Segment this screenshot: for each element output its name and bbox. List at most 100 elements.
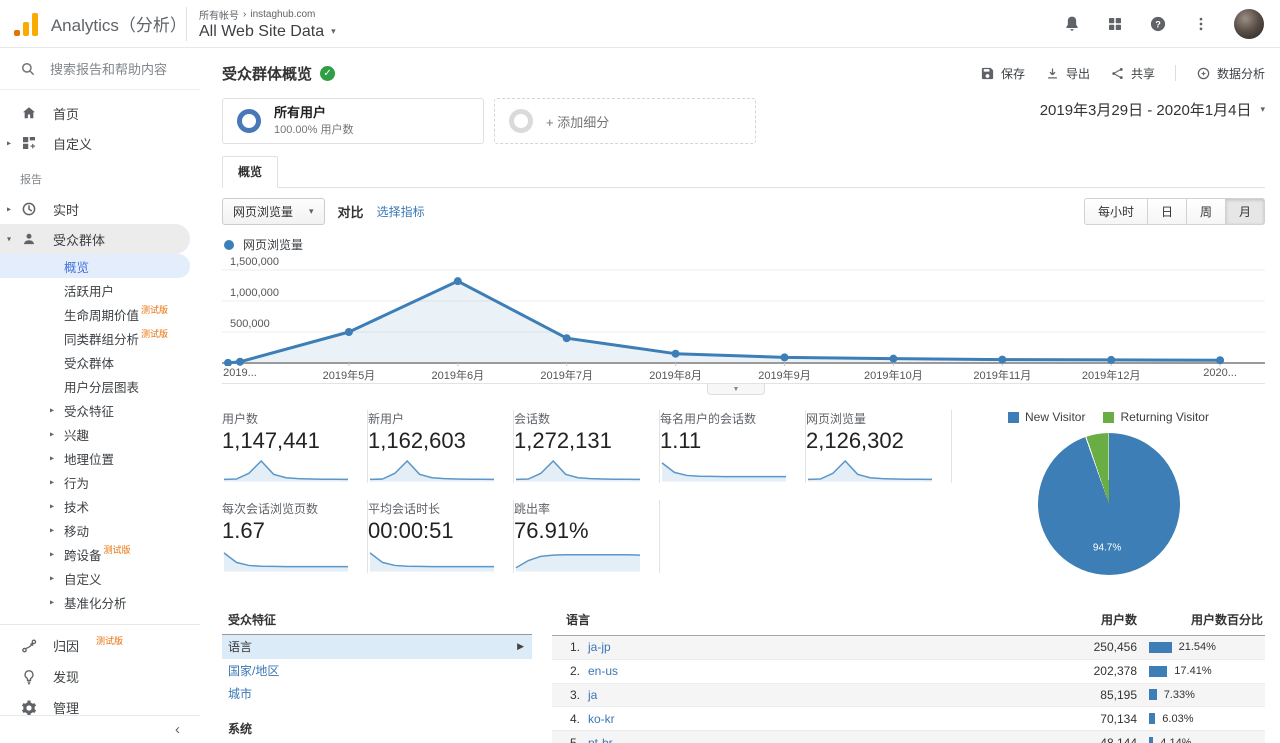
more-vert-icon[interactable] xyxy=(1192,15,1210,33)
chevron-right-icon[interactable]: ▸ xyxy=(7,139,16,148)
sidebar-item-cohort-analysis[interactable]: 同类群组分析 测试版 xyxy=(0,326,200,350)
sidebar-item-attribution[interactable]: 归因 测试版 xyxy=(0,630,200,661)
annotations-drawer-toggle[interactable]: ▼ xyxy=(707,384,765,395)
legend-dot-icon xyxy=(224,239,234,250)
sidebar-item-overview[interactable]: 概览 xyxy=(0,254,190,278)
language-link-en-us[interactable]: en-us xyxy=(588,664,618,678)
metric-selector-dropdown[interactable]: 网页浏览量 ▾ xyxy=(222,198,325,225)
sidebar-item-behavior[interactable]: ▸ 行为 xyxy=(0,470,200,494)
metric-sparkline xyxy=(515,459,641,482)
share-button[interactable]: 共享 xyxy=(1110,65,1155,82)
add-segment-label: + 添加细分 xyxy=(546,114,610,130)
row-users: 250,456 xyxy=(1093,640,1137,655)
row-rank: 5. xyxy=(569,735,580,743)
metric-value: 1,272,131 xyxy=(514,428,612,453)
row-users: 70,134 xyxy=(1100,711,1137,726)
segment-ring-icon xyxy=(237,109,261,133)
sidebar-search[interactable]: 搜索报告和帮助内容 xyxy=(0,48,200,90)
chevron-right-icon[interactable]: ▸ xyxy=(50,478,59,487)
chevron-right-icon[interactable]: ▸ xyxy=(50,454,59,463)
metric-sparkline xyxy=(223,552,348,572)
sidebar-item-geo[interactable]: ▸ 地理位置 xyxy=(0,446,200,470)
beta-badge: 测试版 xyxy=(141,304,169,315)
dimension-panel: 受众特征语言 ▶ 国家/地区城市系统浏览器操作系统服务提供商 xyxy=(222,606,532,743)
chevron-right-icon[interactable]: ▸ xyxy=(50,598,59,607)
sidebar-item-customization[interactable]: ▸ 自定义 xyxy=(0,128,200,158)
sidebar-item-label: 同类群组分析 xyxy=(64,332,140,347)
metric-sparkline xyxy=(661,462,786,482)
language-link-ja[interactable]: ja xyxy=(588,688,597,702)
row-users: 48,144 xyxy=(1100,735,1137,743)
export-button[interactable]: 导出 xyxy=(1045,65,1090,82)
metric-value: 1.67 xyxy=(222,518,265,543)
sidebar-item-discover[interactable]: 发现 xyxy=(0,661,200,692)
sidebar-item-user-explorer[interactable]: 用户分层图表 xyxy=(0,374,200,398)
metrics-grid: 用户数 1,147,441 新用户 1,162,603 会话数 1,272,131 每名用户… xyxy=(222,410,952,590)
sidebar-item-label: 首页 xyxy=(53,106,80,122)
analytics-logo[interactable]: Analytics（分析） xyxy=(0,11,187,36)
select-metric-link[interactable]: 选择指标 xyxy=(377,203,425,220)
granularity-day[interactable]: 日 xyxy=(1147,198,1187,225)
granularity-week[interactable]: 周 xyxy=(1186,198,1226,225)
help-icon[interactable]: ? xyxy=(1148,14,1168,34)
sidebar-item-technology[interactable]: ▸ 技术 xyxy=(0,494,200,518)
dimension-item-language[interactable]: 语言 ▶ xyxy=(222,635,532,659)
language-link-ja-jp[interactable]: ja-jp xyxy=(588,640,611,654)
language-link-pt-br[interactable]: pt-br xyxy=(588,736,613,743)
chevron-right-icon[interactable]: ▸ xyxy=(50,502,59,511)
sidebar-item-audience[interactable]: ▾ 受众群体 xyxy=(0,224,190,254)
metric-sparkline xyxy=(807,459,933,482)
sidebar-item-demographics[interactable]: ▸ 受众特征 xyxy=(0,398,200,422)
chevron-right-icon[interactable]: ▸ xyxy=(50,406,59,415)
sidebar-item-label: 生命周期价值 xyxy=(64,308,140,323)
sidebar-item-custom[interactable]: ▸ 自定义 xyxy=(0,566,200,590)
dimension-item-country[interactable]: 国家/地区 xyxy=(222,659,532,683)
segment-all-users[interactable]: 所有用户 100.00% 用户数 xyxy=(222,98,484,144)
chevron-down-icon: ▾ xyxy=(309,206,314,216)
granularity-hourly[interactable]: 每小时 xyxy=(1083,198,1148,225)
collapse-sidebar-icon[interactable]: ‹ xyxy=(175,721,180,738)
chevron-right-icon[interactable]: ▸ xyxy=(50,430,59,439)
sidebar-item-mobile[interactable]: ▸ 移动 xyxy=(0,518,200,542)
apps-grid-icon[interactable] xyxy=(1106,15,1124,33)
save-button[interactable]: 保存 xyxy=(980,65,1025,82)
sidebar-item-interests[interactable]: ▸ 兴趣 xyxy=(0,422,200,446)
sidebar-item-lifetime-value[interactable]: 生命周期价值 测试版 xyxy=(0,302,200,326)
chevron-right-icon[interactable]: ▸ xyxy=(50,574,59,583)
sidebar-item-home[interactable]: 首页 xyxy=(0,98,200,128)
notifications-icon[interactable] xyxy=(1062,14,1082,34)
sidebar-item-benchmarking[interactable]: ▸ 基准化分析 xyxy=(0,590,200,614)
sidebar-item-label: 发现 xyxy=(53,670,80,685)
sidebar-item-realtime[interactable]: ▸ 实时 xyxy=(0,194,200,224)
metric-avg-session-duration: 平均会话时长 00:00:51 xyxy=(368,500,514,573)
add-segment-button[interactable]: + 添加细分 xyxy=(494,98,756,144)
view-selector[interactable]: All Web Site Data ▾ xyxy=(199,23,336,41)
chevron-right-icon: ▶ xyxy=(517,641,524,652)
x-axis-label: 2019年5月 xyxy=(322,370,376,382)
metric-label: 跳出率 xyxy=(514,502,551,516)
insights-button[interactable]: 数据分析 xyxy=(1196,65,1265,82)
table-row: 1. ja-jp 250,456 21.54% xyxy=(552,636,1265,660)
avatar[interactable] xyxy=(1234,8,1264,39)
breadcrumb[interactable]: 所有帐号 › instaghub.com xyxy=(199,7,336,22)
dimension-item-city[interactable]: 城市 xyxy=(222,682,532,706)
chevron-right-icon[interactable]: ▸ xyxy=(50,526,59,535)
sidebar-item-active-users[interactable]: 活跃用户 xyxy=(0,278,200,302)
sidebar-item-cross-device[interactable]: ▸ 跨设备 测试版 xyxy=(0,542,200,566)
granularity-month[interactable]: 月 xyxy=(1225,198,1265,225)
view-name: All Web Site Data xyxy=(199,22,325,40)
date-range-selector[interactable]: 2019年3月29日 - 2020年1月4日 ▾ xyxy=(1040,98,1265,120)
sidebar-item-audiences[interactable]: 受众群体 xyxy=(0,350,200,374)
percent-bar xyxy=(1149,713,1156,725)
chevron-down-icon[interactable]: ▾ xyxy=(7,235,16,244)
sidebar-item-label: 技术 xyxy=(64,500,90,515)
legend-swatch-icon xyxy=(1008,411,1020,423)
chevron-right-icon[interactable]: ▸ xyxy=(7,205,16,214)
row-rank: 2. xyxy=(569,664,580,679)
tab-overview[interactable]: 概览 xyxy=(222,156,279,188)
row-percent: 17.41% xyxy=(1174,665,1212,678)
metric-sessions-per-user: 每名用户的会话数 1.11 xyxy=(660,410,806,483)
table-row: 3. ja 85,195 7.33% xyxy=(552,683,1265,708)
language-link-ko-kr[interactable]: ko-kr xyxy=(588,712,615,726)
chevron-right-icon[interactable]: ▸ xyxy=(50,550,59,559)
